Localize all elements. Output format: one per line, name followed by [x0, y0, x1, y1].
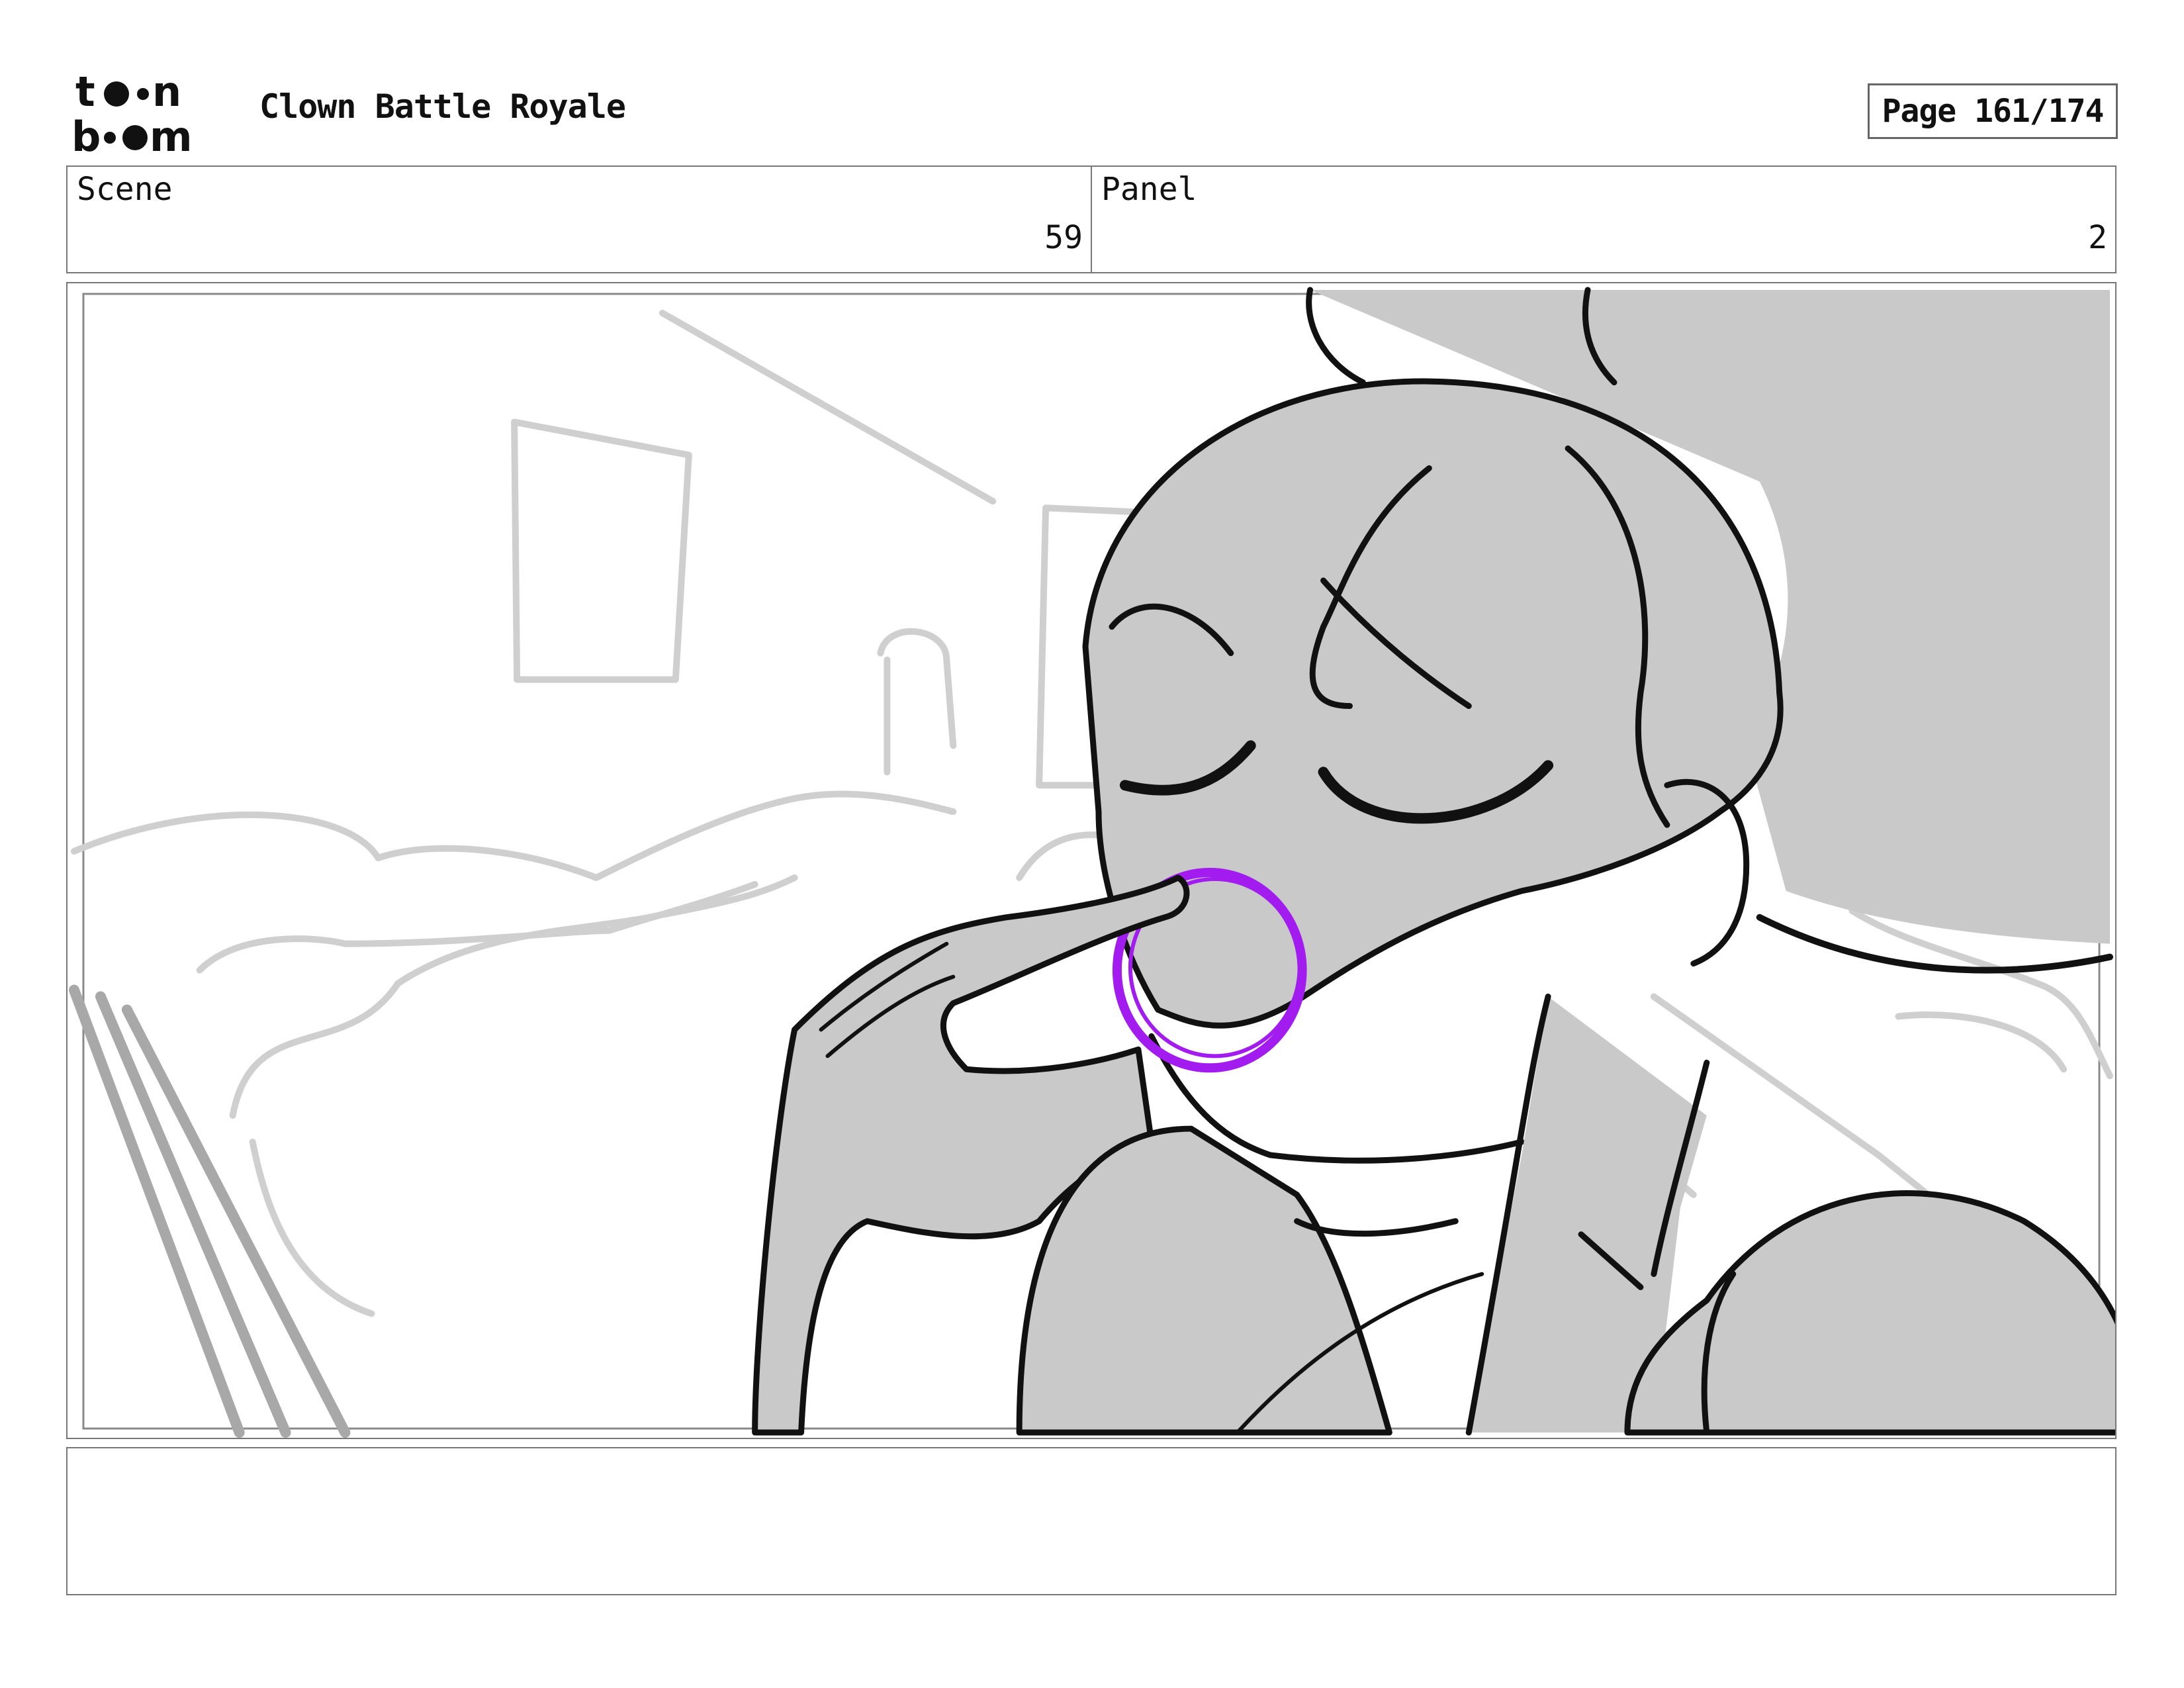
project-title: Clown Battle Royale [259, 87, 626, 126]
scene-panel-info: Scene 59 Panel 2 [66, 165, 2116, 273]
storyboard-panel [66, 282, 2116, 1439]
panel-number: 2 [2088, 219, 2107, 256]
toon-boom-logo: t n b m [71, 68, 228, 161]
page-counter: Page 161/174 [1868, 83, 2118, 139]
storyboard-drawing [68, 287, 2115, 1438]
panel-cell: Panel 2 [1091, 167, 2115, 272]
svg-text:t: t [75, 69, 95, 116]
svg-text:m: m [150, 113, 193, 155]
panel-notes-box [66, 1447, 2116, 1595]
svg-text:b: b [71, 113, 101, 155]
scene-label: Scene [77, 171, 173, 208]
scene-number: 59 [1044, 219, 1083, 256]
scene-cell: Scene 59 [68, 167, 1091, 272]
panel-label: Panel [1101, 171, 1197, 208]
svg-text:n: n [152, 69, 181, 116]
